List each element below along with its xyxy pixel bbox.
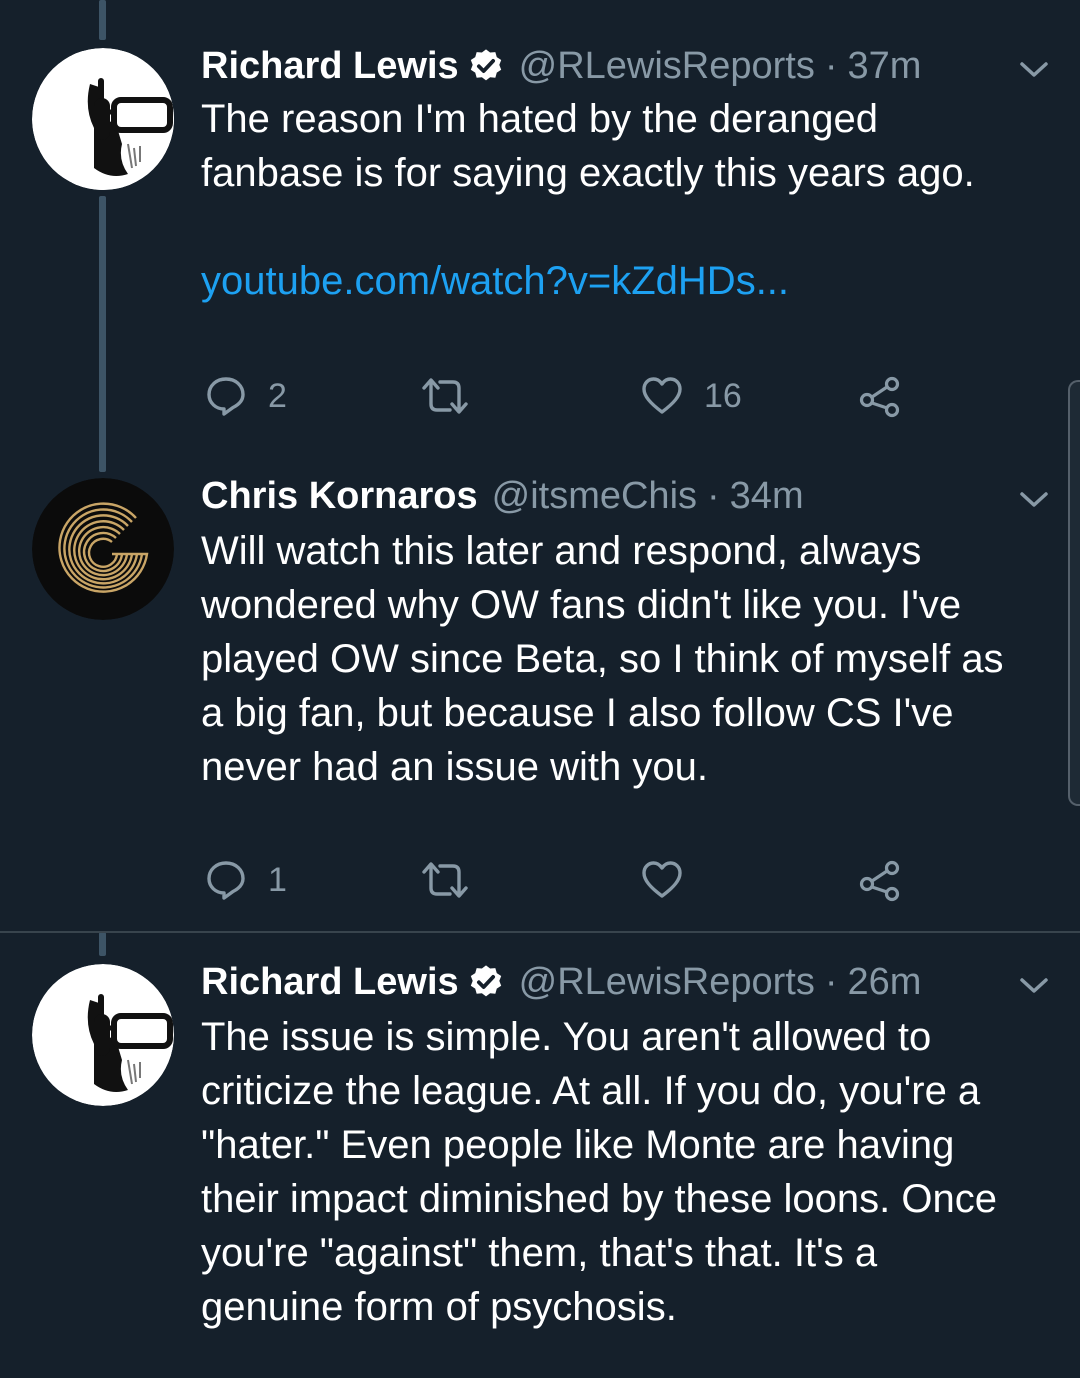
tweet-header: Chris Kornaros @itsmeChis · 34m: [201, 472, 804, 520]
tweet-text: Will watch this later and respond, alway…: [201, 524, 1051, 794]
tweet-divider: [0, 931, 1080, 933]
tweet-text-line: wondered why OW fans didn't like you. I'…: [201, 583, 962, 627]
tweet-text: The reason I'm hated by the deranged fan…: [201, 92, 1051, 200]
separator-dot: ·: [707, 474, 720, 517]
tweet-text-line: The reason I'm hated by the deranged: [201, 97, 878, 141]
thread-line-lower: [99, 932, 106, 956]
tweet-header: Richard Lewis @RLewisReports · 37m: [201, 42, 921, 90]
tweet-text-line: fanbase is for saying exactly this years…: [201, 151, 975, 195]
avatar-chris-kornaros[interactable]: [32, 478, 174, 620]
tweet-text: The issue is simple. You aren't allowed …: [201, 1010, 1051, 1334]
tweet-menu-button[interactable]: [1016, 488, 1052, 512]
reply-icon: [207, 861, 245, 900]
reply-button[interactable]: 1: [204, 855, 287, 905]
verified-badge-icon: [467, 963, 505, 1001]
share-button[interactable]: [858, 855, 902, 905]
tweet-text-line: "hater." Even people like Monte are havi…: [201, 1123, 955, 1167]
chevron-down-icon: [1020, 978, 1048, 993]
separator-dot: ·: [824, 960, 838, 1003]
tweet-text-line: Will watch this later and respond, alway…: [201, 529, 922, 573]
tweet-link[interactable]: youtube.com/watch?v=kZdHDs...: [201, 254, 789, 308]
retweet-button[interactable]: [420, 855, 490, 905]
thread-line-top: [99, 0, 106, 40]
retweet-button[interactable]: [420, 371, 490, 421]
separator-dot: ·: [824, 44, 838, 87]
headphones-glasses-avatar-icon: [32, 48, 174, 190]
display-name[interactable]: Chris Kornaros: [201, 475, 478, 518]
verified-badge-icon: [467, 47, 505, 85]
heart-icon: [642, 861, 682, 898]
tweet-text-line: a big fan, but because I also follow CS …: [201, 691, 954, 735]
tweet-menu-button[interactable]: [1016, 58, 1052, 82]
tweet-text-line: never had an issue with you.: [201, 745, 708, 789]
share-button[interactable]: [858, 371, 902, 421]
like-count: 16: [704, 376, 742, 415]
timestamp[interactable]: 37m: [848, 45, 922, 88]
display-name[interactable]: Richard Lewis: [201, 45, 459, 88]
avatar-richard-lewis[interactable]: [32, 48, 174, 190]
avatar-richard-lewis[interactable]: [32, 964, 174, 1106]
tweet-text-line: their impact diminished by these loons. …: [201, 1177, 997, 1221]
timestamp[interactable]: 34m: [730, 475, 804, 518]
tweet-text-line: you're "against" them, that's that. It's…: [201, 1231, 878, 1275]
handle[interactable]: @itsmeChis: [492, 475, 697, 518]
scrollbar[interactable]: [1068, 380, 1080, 806]
gold-g-logo-avatar-icon: [32, 478, 174, 620]
tweet-text-line: criticize the league. At all. If you do,…: [201, 1069, 981, 1113]
timestamp[interactable]: 26m: [848, 961, 922, 1004]
share-icon: [859, 376, 900, 418]
headphones-glasses-avatar-icon: [32, 964, 174, 1106]
handle[interactable]: @RLewisReports: [519, 45, 815, 88]
reply-count: 2: [268, 376, 287, 415]
chevron-down-icon: [1020, 492, 1048, 507]
handle[interactable]: @RLewisReports: [519, 961, 815, 1004]
tweet-menu-button[interactable]: [1016, 974, 1052, 998]
tweet-text-line: The issue is simple. You aren't allowed …: [201, 1015, 932, 1059]
reply-count: 1: [268, 860, 287, 899]
retweet-icon: [422, 378, 468, 414]
thread-line-connector: [99, 196, 106, 472]
reply-button[interactable]: 2: [204, 371, 287, 421]
chevron-down-icon: [1020, 62, 1048, 77]
heart-icon: [642, 377, 682, 414]
like-button[interactable]: [640, 855, 704, 905]
tweet-text-line: genuine form of psychosis.: [201, 1285, 677, 1329]
reply-icon: [207, 377, 245, 416]
like-button[interactable]: 16: [640, 371, 742, 421]
display-name[interactable]: Richard Lewis: [201, 961, 459, 1004]
share-icon: [859, 860, 900, 902]
tweet-text-line: played OW since Beta, so I think of myse…: [201, 637, 1004, 681]
retweet-icon: [422, 862, 468, 898]
tweet-header: Richard Lewis @RLewisReports · 26m: [201, 958, 921, 1006]
